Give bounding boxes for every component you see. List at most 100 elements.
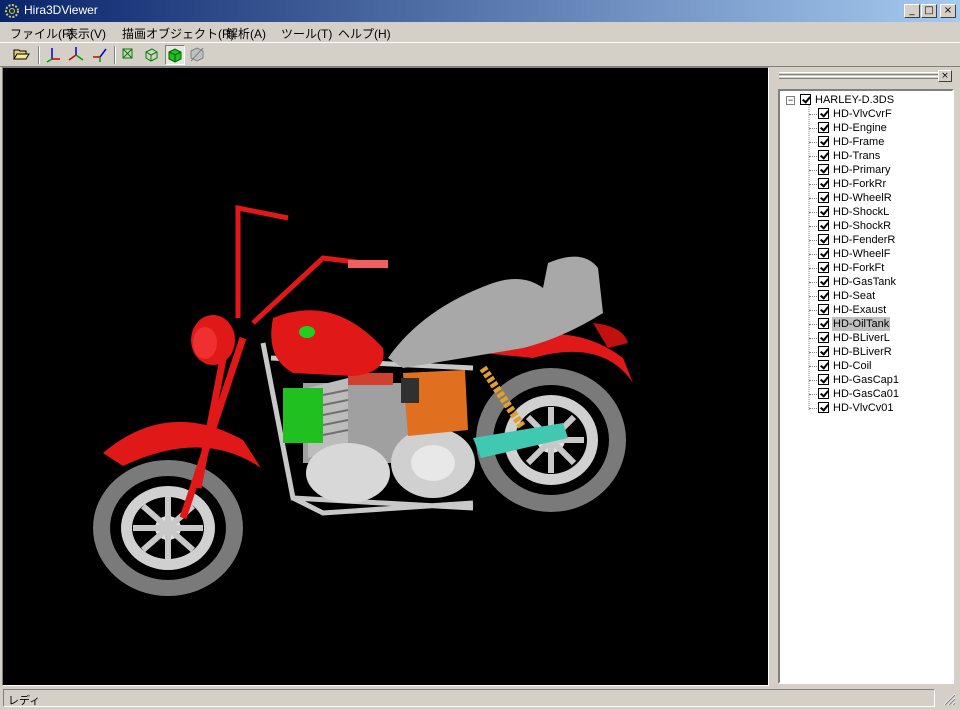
tree-item[interactable]: HD-ForkRr bbox=[809, 177, 948, 191]
tree-item-label: HD-ShockL bbox=[833, 206, 890, 218]
maximize-button[interactable]: □ bbox=[921, 4, 937, 18]
tree-item[interactable]: HD-VlvCv01 bbox=[809, 401, 948, 415]
checkbox-icon[interactable] bbox=[818, 234, 829, 245]
menu-help[interactable]: ヘルプ(H) bbox=[338, 25, 391, 42]
tree-item[interactable]: HD-GasTank bbox=[809, 275, 948, 289]
menu-tools[interactable]: ツール(T) bbox=[281, 25, 332, 42]
tree-item-label: HD-OilTank bbox=[832, 317, 891, 331]
view-yz-button[interactable] bbox=[67, 45, 87, 65]
checkbox-icon[interactable] bbox=[818, 374, 829, 385]
tree-item-label: HD-Engine bbox=[833, 122, 887, 134]
tree-item[interactable]: HD-Frame bbox=[809, 135, 948, 149]
front-fender bbox=[103, 421, 261, 468]
tree-item[interactable]: HD-OilTank bbox=[809, 317, 948, 331]
tree-item-label: HD-GasTank bbox=[833, 276, 896, 288]
checkbox-icon[interactable] bbox=[818, 178, 829, 189]
gas-tank bbox=[271, 310, 384, 376]
checkbox-icon[interactable] bbox=[818, 346, 829, 357]
status-pane: レディ bbox=[3, 689, 935, 707]
tree-root-label: HARLEY-D.3DS bbox=[815, 94, 895, 106]
axis-xy-view-icon bbox=[46, 48, 60, 63]
view-zx-button[interactable] bbox=[90, 45, 110, 65]
tree-item[interactable]: HD-WheelF bbox=[809, 247, 948, 261]
menu-render-object[interactable]: 描画オブジェクト(R) bbox=[122, 25, 235, 42]
tree-connector bbox=[809, 240, 817, 241]
checkbox-icon[interactable] bbox=[818, 402, 829, 413]
tree-item[interactable]: HD-BLiverL bbox=[809, 331, 948, 345]
checkbox-icon[interactable] bbox=[818, 220, 829, 231]
tree-item[interactable]: HD-BLiverR bbox=[809, 345, 948, 359]
checkbox-icon[interactable] bbox=[818, 108, 829, 119]
tree-connector bbox=[809, 408, 817, 409]
checkbox-icon[interactable] bbox=[818, 248, 829, 259]
checkbox-icon[interactable] bbox=[818, 318, 829, 329]
panel-close-button[interactable]: × bbox=[938, 70, 952, 82]
motorcycle-model bbox=[93, 204, 633, 596]
minimize-button[interactable]: _ bbox=[904, 4, 920, 18]
tree-item[interactable]: HD-Primary bbox=[809, 163, 948, 177]
checkbox-icon[interactable] bbox=[818, 122, 829, 133]
tree-connector bbox=[809, 114, 817, 115]
tree-item[interactable]: HD-Coil bbox=[809, 359, 948, 373]
open-folder-button[interactable] bbox=[12, 45, 32, 65]
tree-connector bbox=[809, 268, 817, 269]
tree-connector bbox=[809, 324, 817, 325]
checkbox-icon[interactable] bbox=[818, 262, 829, 273]
tree-item[interactable]: HD-Engine bbox=[809, 121, 948, 135]
tree-root[interactable]: − HARLEY-D.3DS bbox=[786, 93, 946, 107]
size-grip-icon[interactable] bbox=[942, 692, 956, 706]
tree-item[interactable]: HD-GasCap1 bbox=[809, 373, 948, 387]
tree-item[interactable]: HD-ShockL bbox=[809, 205, 948, 219]
panel-gripper[interactable]: × bbox=[775, 67, 958, 87]
checkbox-icon[interactable] bbox=[818, 276, 829, 287]
checkbox-icon[interactable] bbox=[818, 206, 829, 217]
tree-item[interactable]: HD-ShockR bbox=[809, 219, 948, 233]
wireframe-button[interactable] bbox=[119, 45, 139, 65]
tree-item-label: HD-BLiverL bbox=[833, 332, 890, 344]
tree-item[interactable]: HD-ForkFt bbox=[809, 261, 948, 275]
tree-connector bbox=[809, 380, 817, 381]
checkbox-icon[interactable] bbox=[818, 332, 829, 343]
checkbox-icon[interactable] bbox=[818, 164, 829, 175]
tree-lines bbox=[808, 103, 810, 411]
tree-item[interactable]: HD-GasCa01 bbox=[809, 387, 948, 401]
disabled-render-button[interactable] bbox=[188, 45, 208, 65]
tree-item-label: HD-Primary bbox=[833, 164, 891, 176]
close-button[interactable]: × bbox=[940, 4, 956, 18]
collapse-icon[interactable]: − bbox=[786, 96, 795, 105]
checkbox-icon[interactable] bbox=[818, 360, 829, 371]
solid-shading-button[interactable] bbox=[165, 45, 185, 65]
view-xy-button[interactable] bbox=[44, 45, 64, 65]
gear-app-icon bbox=[5, 4, 19, 18]
tree-item[interactable]: HD-Exaust bbox=[809, 303, 948, 317]
menu-view[interactable]: 表示(V) bbox=[66, 25, 106, 42]
tree-item-label: HD-GasCap1 bbox=[833, 374, 900, 386]
tree-item-label: HD-WheelR bbox=[833, 192, 892, 204]
tree-connector bbox=[809, 338, 817, 339]
checkbox-icon[interactable] bbox=[818, 304, 829, 315]
tree-connector bbox=[809, 310, 817, 311]
tree-item[interactable]: HD-Trans bbox=[809, 149, 948, 163]
checkbox-icon[interactable] bbox=[818, 136, 829, 147]
tree-connector bbox=[809, 296, 817, 297]
checkbox-icon[interactable] bbox=[818, 388, 829, 399]
3d-viewport[interactable] bbox=[2, 67, 769, 686]
menu-file[interactable]: ファイル(F) bbox=[10, 25, 73, 42]
checkbox-icon[interactable] bbox=[800, 94, 811, 105]
tree-item[interactable]: HD-WheelR bbox=[809, 191, 948, 205]
checkbox-icon[interactable] bbox=[818, 150, 829, 161]
checkbox-icon[interactable] bbox=[818, 192, 829, 203]
hidden-line-button[interactable] bbox=[142, 45, 162, 65]
tree-item[interactable]: HD-FenderR bbox=[809, 233, 948, 247]
tree-item[interactable]: HD-VlvCvrF bbox=[809, 107, 948, 121]
menu-analysis[interactable]: 解析(A) bbox=[226, 25, 266, 42]
tree-connector bbox=[809, 198, 817, 199]
tree-item-label: HD-Exaust bbox=[833, 304, 887, 316]
tree-connector bbox=[809, 254, 817, 255]
tree-item[interactable]: HD-Seat bbox=[809, 289, 948, 303]
checkbox-icon[interactable] bbox=[818, 290, 829, 301]
tree-connector bbox=[809, 282, 817, 283]
title-bar: Hira3DViewer _ □ × bbox=[0, 0, 960, 22]
tree-item-label: HD-Seat bbox=[833, 290, 876, 302]
object-tree[interactable]: − HARLEY-D.3DS HD-VlvCvrF HD-Engine HD-Fra… bbox=[778, 89, 954, 684]
